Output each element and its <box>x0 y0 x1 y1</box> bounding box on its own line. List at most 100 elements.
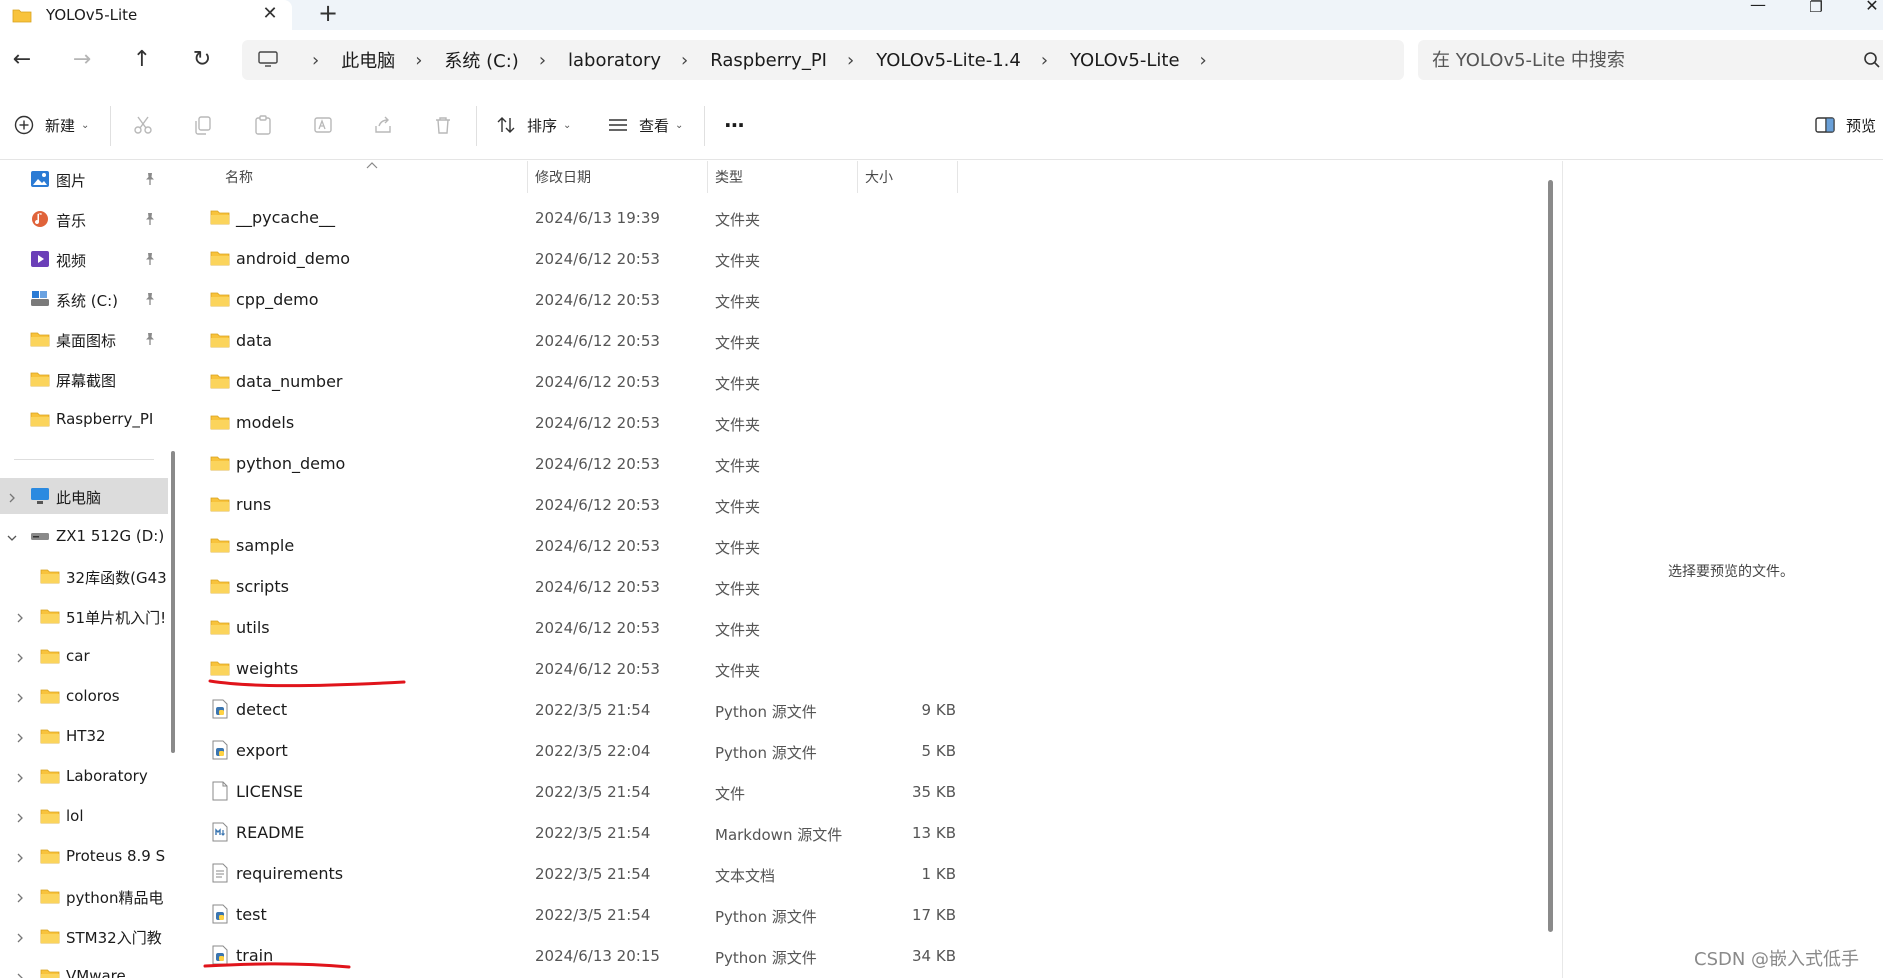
file-row[interactable]: runs 2024/6/12 20:53 文件夹 <box>183 484 983 525</box>
address-bar[interactable]: › 此电脑 › 系统 (C:) › laboratory › Raspberry_PI › YOL… <box>242 40 1404 80</box>
tab-yolov5-lite[interactable]: YOLOv5-Lite ✕ <box>0 0 292 30</box>
sidebar-item-folder[interactable]: 32库函数(G43 <box>0 558 168 594</box>
chevron-right-icon[interactable] <box>14 810 26 823</box>
file-row[interactable]: README 2022/3/5 21:54 Markdown 源文件 13 KB <box>183 812 983 853</box>
sidebar-item-folder[interactable]: VMware <box>0 958 168 978</box>
cut-button[interactable] <box>132 109 154 141</box>
chevron-right-icon[interactable] <box>14 730 26 743</box>
column-divider[interactable] <box>707 161 708 193</box>
file-row[interactable]: sample 2024/6/12 20:53 文件夹 <box>183 525 983 566</box>
sidebar-item-folder[interactable]: HT32 <box>0 718 168 754</box>
restore-icon[interactable]: ❐ <box>1796 0 1836 15</box>
rename-button[interactable] <box>312 109 334 141</box>
breadcrumb-item[interactable]: 系统 (C:) <box>444 47 518 73</box>
new-button[interactable]: 新建 ⌄ <box>13 109 89 141</box>
view-button[interactable]: 查看 ⌄ <box>607 109 683 141</box>
file-row[interactable]: test 2022/3/5 21:54 Python 源文件 17 KB <box>183 894 983 935</box>
sidebar-item-folder[interactable]: coloros <box>0 678 168 714</box>
chevron-right-icon[interactable] <box>14 890 26 903</box>
breadcrumb-item[interactable]: YOLOv5-Lite <box>1070 50 1180 71</box>
sidebar-item-drive[interactable]: ZX1 512G (D:) <box>0 518 168 554</box>
sidebar-item-folder[interactable]: 51单片机入门! <box>0 598 168 634</box>
chevron-down-icon[interactable] <box>6 530 18 542</box>
file-list-scrollbar[interactable] <box>1548 180 1553 932</box>
chevron-right-icon[interactable]: › <box>1200 50 1207 71</box>
column-divider[interactable] <box>857 161 858 193</box>
file-row[interactable]: export 2022/3/5 22:04 Python 源文件 5 KB <box>183 730 983 771</box>
sidebar-item-folder[interactable]: STM32入门教 <box>0 918 168 954</box>
sidebar-item-folder[interactable]: lol <box>0 798 168 834</box>
sidebar-item-quick-access[interactable]: 音乐 <box>0 201 168 237</box>
column-header-size[interactable]: 大小 <box>865 161 893 193</box>
sidebar-item-quick-access[interactable]: Raspberry_PI <box>0 401 168 437</box>
chevron-right-icon[interactable] <box>14 770 26 783</box>
chevron-right-icon[interactable]: › <box>1041 50 1048 71</box>
chevron-right-icon[interactable]: › <box>415 50 422 71</box>
column-divider[interactable] <box>527 161 528 193</box>
sidebar-item-quick-access[interactable]: 图片 <box>0 161 168 197</box>
new-tab-button[interactable]: + <box>316 0 340 26</box>
sidebar-item-quick-access[interactable]: 桌面图标 <box>0 321 168 357</box>
sidebar-item-quick-access[interactable]: 系统 (C:) <box>0 281 168 317</box>
preview-pane-button[interactable]: 预览 <box>1814 109 1876 141</box>
sidebar-item-folder[interactable]: Laboratory <box>0 758 168 794</box>
chevron-right-icon[interactable]: › <box>847 50 854 71</box>
chevron-right-icon[interactable] <box>14 610 26 623</box>
sidebar-item-folder[interactable]: Proteus 8.9 S <box>0 838 168 874</box>
file-row[interactable]: detect 2022/3/5 21:54 Python 源文件 9 KB <box>183 689 983 730</box>
file-row[interactable]: models 2024/6/12 20:53 文件夹 <box>183 402 983 443</box>
search-icon[interactable] <box>1863 51 1881 69</box>
sidebar-item-quick-access[interactable]: 视频 <box>0 241 168 277</box>
delete-button[interactable] <box>432 109 454 141</box>
chevron-right-icon[interactable]: › <box>539 50 546 71</box>
column-header-date[interactable]: 修改日期 <box>535 161 591 193</box>
copy-button[interactable] <box>192 109 214 141</box>
chevron-right-icon[interactable] <box>14 850 26 863</box>
close-window-icon[interactable]: ✕ <box>1852 0 1883 14</box>
chevron-right-icon[interactable] <box>14 930 26 943</box>
more-options-button[interactable]: ··· <box>724 109 745 141</box>
breadcrumb-item[interactable]: 此电脑 <box>341 47 395 73</box>
file-row[interactable]: python_demo 2024/6/12 20:53 文件夹 <box>183 443 983 484</box>
forward-button[interactable]: → <box>66 44 98 76</box>
file-row[interactable]: data_number 2024/6/12 20:53 文件夹 <box>183 361 983 402</box>
file-row[interactable]: scripts 2024/6/12 20:53 文件夹 <box>183 566 983 607</box>
close-tab-icon[interactable]: ✕ <box>260 3 280 24</box>
sort-button[interactable]: 排序 ⌄ <box>495 109 571 141</box>
share-button[interactable] <box>372 109 394 141</box>
sidebar-item-quick-access[interactable]: 屏幕截图 <box>0 361 168 397</box>
navigation-bar: ← → ↑ ↻ › 此电脑 › 系统 (C:) › laboratory › Raspberr… <box>0 30 1883 90</box>
sidebar-item-folder[interactable]: car <box>0 638 168 674</box>
sidebar-item-this-pc[interactable]: 此电脑 <box>0 478 168 514</box>
chevron-right-icon[interactable] <box>14 970 26 978</box>
file-row[interactable]: cpp_demo 2024/6/12 20:53 文件夹 <box>183 279 983 320</box>
minimize-icon[interactable]: — <box>1738 0 1778 13</box>
file-row[interactable]: weights 2024/6/12 20:53 文件夹 <box>183 648 983 689</box>
file-row[interactable]: android_demo 2024/6/12 20:53 文件夹 <box>183 238 983 279</box>
chevron-right-icon[interactable]: › <box>312 50 319 71</box>
breadcrumb-item[interactable]: laboratory <box>568 50 661 71</box>
chevron-right-icon[interactable] <box>14 650 26 663</box>
paste-button[interactable] <box>252 109 274 141</box>
column-header-type[interactable]: 类型 <box>715 161 743 193</box>
file-row[interactable]: train 2024/6/13 20:15 Python 源文件 34 KB <box>183 935 983 976</box>
chevron-right-icon[interactable] <box>6 490 18 503</box>
chevron-right-icon[interactable] <box>14 690 26 703</box>
file-row[interactable]: __pycache__ 2024/6/13 19:39 文件夹 <box>183 197 983 238</box>
file-row[interactable]: requirements 2022/3/5 21:54 文本文档 1 KB <box>183 853 983 894</box>
search-box[interactable] <box>1418 40 1883 80</box>
search-input[interactable] <box>1432 48 1832 72</box>
sidebar-scrollbar[interactable] <box>171 451 175 753</box>
column-header-name[interactable]: 名称 <box>225 161 253 193</box>
chevron-right-icon[interactable]: › <box>681 50 688 71</box>
column-divider[interactable] <box>957 161 958 193</box>
sidebar-item-folder[interactable]: python精品电 <box>0 878 168 914</box>
breadcrumb-item[interactable]: Raspberry_PI <box>710 50 827 71</box>
refresh-button[interactable]: ↻ <box>186 44 218 76</box>
file-row[interactable]: data 2024/6/12 20:53 文件夹 <box>183 320 983 361</box>
file-row[interactable]: utils 2024/6/12 20:53 文件夹 <box>183 607 983 648</box>
up-button[interactable]: ↑ <box>126 44 158 76</box>
breadcrumb-item[interactable]: YOLOv5-Lite-1.4 <box>876 50 1021 71</box>
file-row[interactable]: LICENSE 2022/3/5 21:54 文件 35 KB <box>183 771 983 812</box>
back-button[interactable]: ← <box>6 44 38 76</box>
